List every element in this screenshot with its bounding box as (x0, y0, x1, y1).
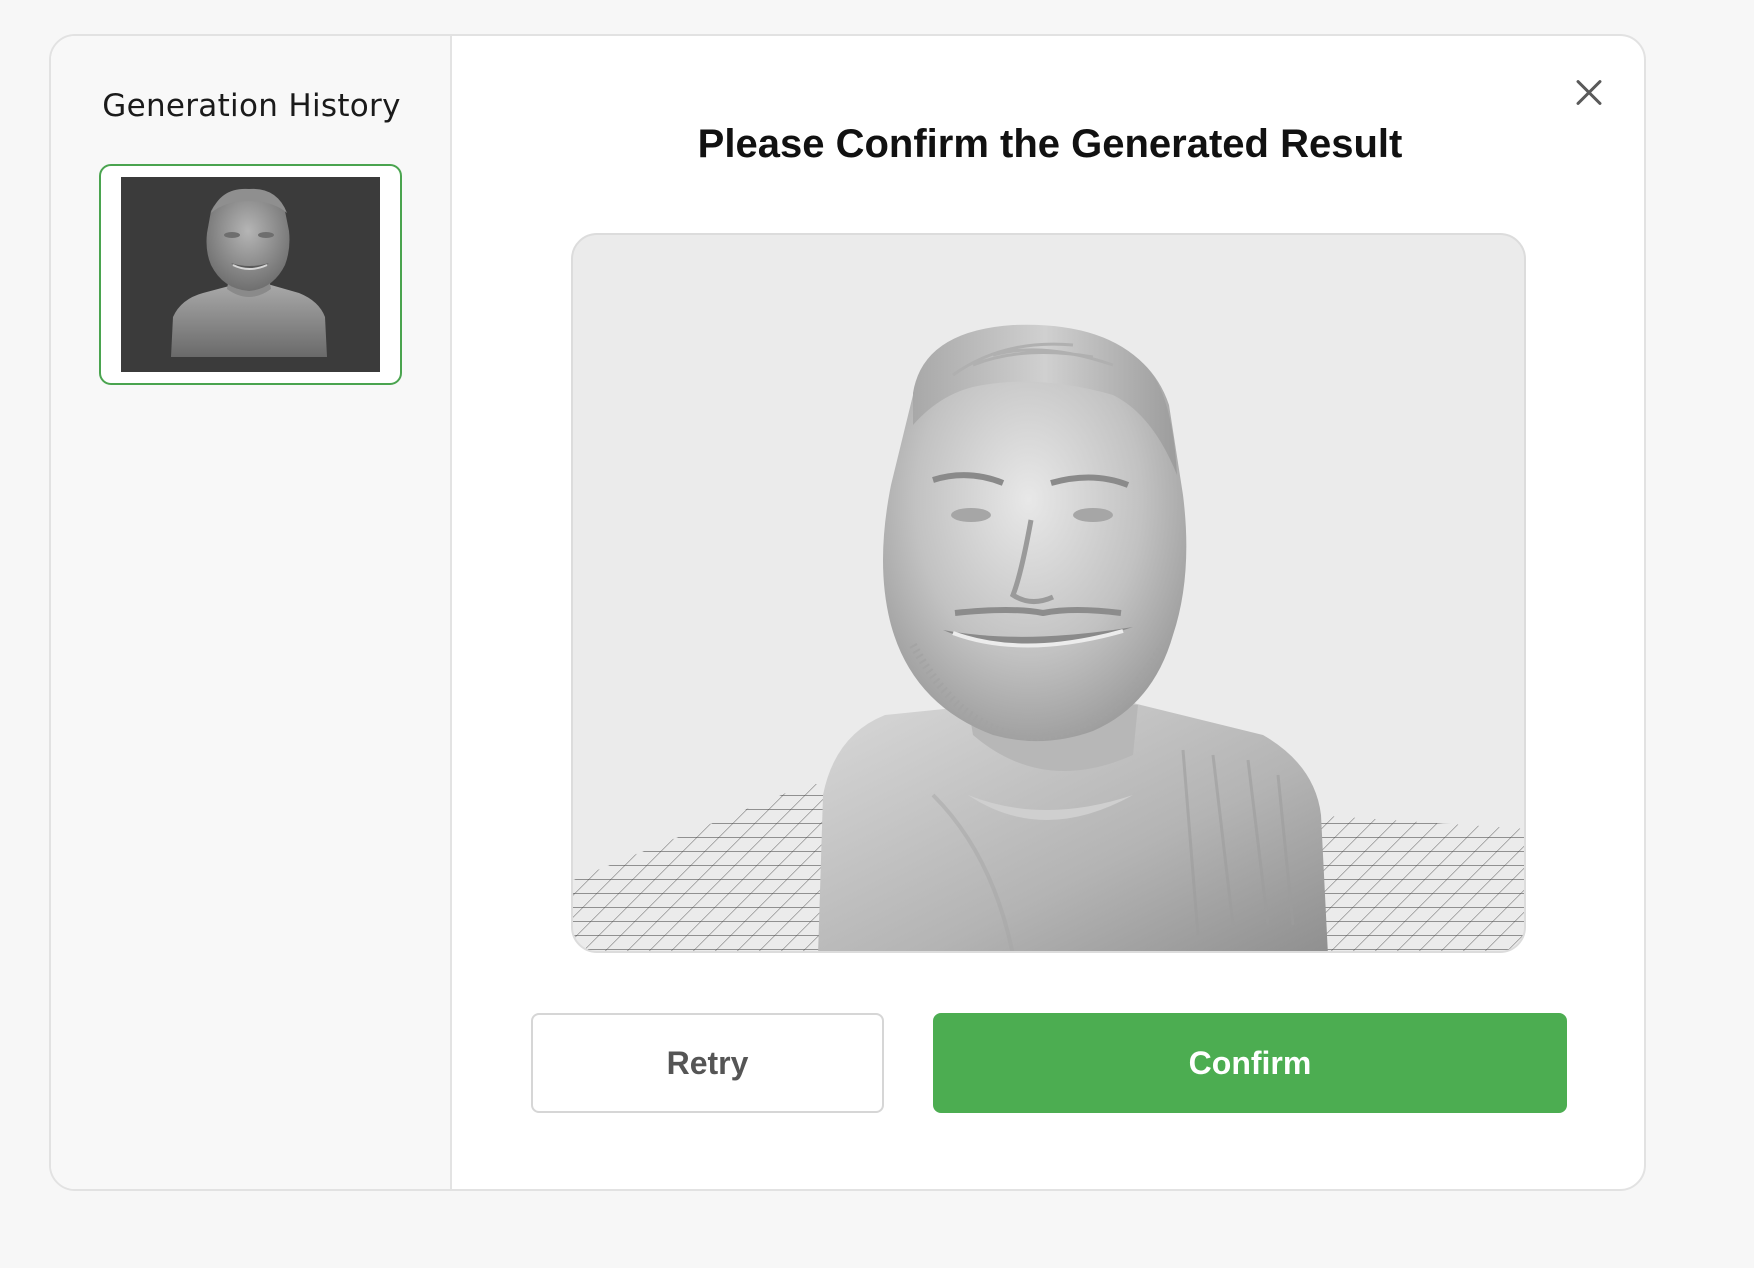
close-icon[interactable] (1569, 73, 1609, 113)
history-item[interactable] (99, 164, 402, 385)
page-title: Please Confirm the Generated Result (697, 122, 1403, 166)
sidebar-title: Generation History (102, 88, 401, 124)
bust-thumbnail-image (171, 188, 327, 357)
history-thumbnail (121, 177, 380, 372)
generation-history-sidebar: Generation History (51, 36, 452, 1189)
bust-model-image (573, 324, 1524, 951)
confirm-button[interactable]: Confirm (933, 1013, 1567, 1113)
model-preview[interactable] (571, 233, 1526, 953)
retry-button[interactable]: Retry (531, 1013, 884, 1113)
confirm-dialog: Generation History Please Confirm the Ge… (49, 34, 1646, 1191)
main-panel: Please Confirm the Generated Result Retr… (452, 36, 1644, 1189)
